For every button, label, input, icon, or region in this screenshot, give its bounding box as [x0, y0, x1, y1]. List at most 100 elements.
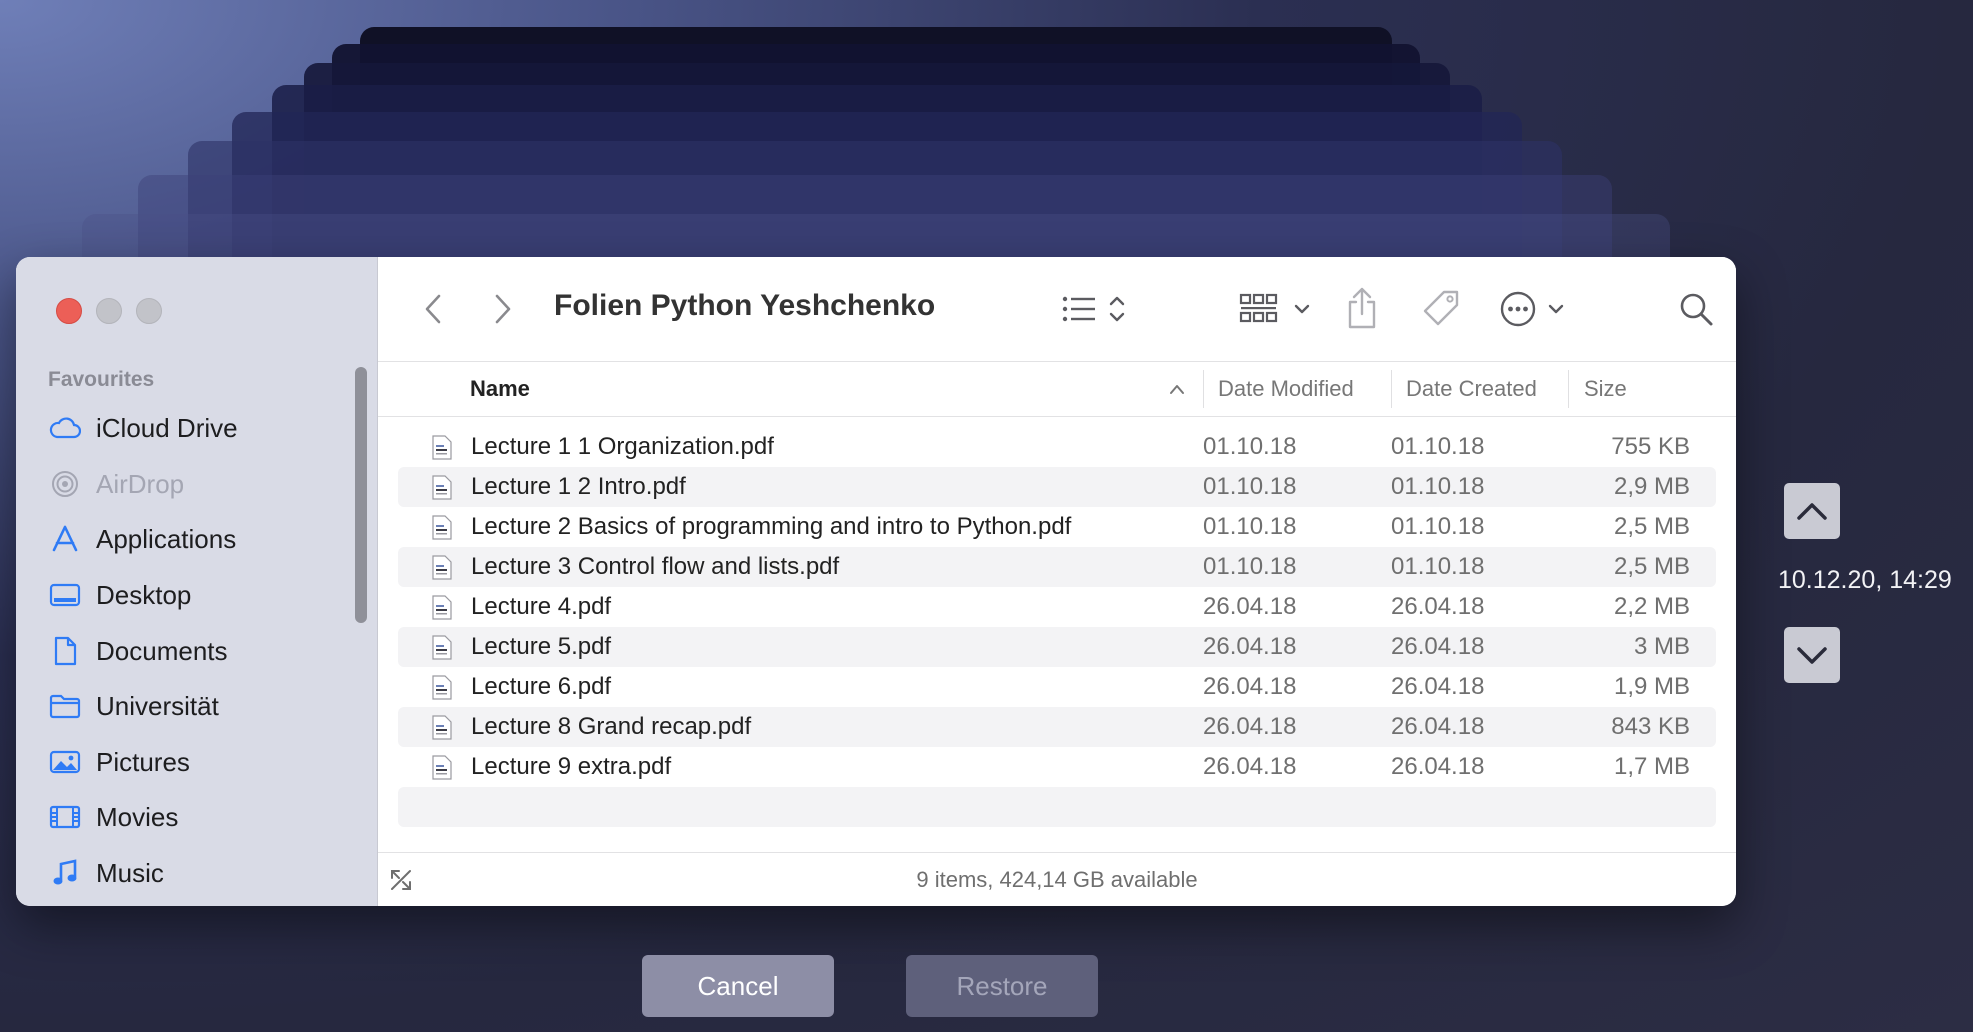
sidebar-item-icloud-drive[interactable]: iCloud Drive [48, 406, 238, 450]
forward-icon[interactable] [488, 291, 518, 327]
file-name: Lecture 4.pdf [471, 593, 612, 620]
file-date-created: 26.04.18 [1391, 593, 1485, 620]
folder-icon [48, 689, 82, 723]
minimize-window-button[interactable] [96, 298, 122, 324]
file-row[interactable]: Lecture 1 2 Intro.pdf 01.10.18 01.10.18 … [398, 467, 1716, 507]
status-text: 9 items, 424,14 GB available [916, 867, 1198, 892]
back-icon[interactable] [418, 291, 448, 327]
sidebar-scrollbar[interactable] [355, 367, 367, 623]
column-divider[interactable] [1568, 370, 1569, 408]
next-backup-button[interactable] [1784, 627, 1840, 683]
cancel-button[interactable]: Cancel [642, 955, 834, 1017]
close-window-button[interactable] [56, 298, 82, 324]
column-size[interactable]: Size [1584, 362, 1627, 416]
pdf-file-icon [432, 635, 452, 660]
sidebar-item-label: iCloud Drive [96, 412, 238, 443]
sidebar-item-label: Music [96, 857, 164, 888]
file-size: 2,2 MB [1613, 593, 1690, 620]
file-row[interactable]: Lecture 9 extra.pdf 26.04.18 26.04.18 1,… [398, 747, 1716, 787]
sidebar-item-desktop[interactable]: Desktop [48, 573, 191, 617]
file-name: Lecture 6.pdf [471, 673, 612, 700]
music-note-icon [48, 856, 82, 890]
pdf-file-icon [432, 475, 452, 500]
file-browser: Folien Python Yeshchenko Name Date Modif… [378, 257, 1736, 906]
applications-icon [48, 522, 82, 556]
file-size: 3 MB [1633, 633, 1690, 660]
file-list: Lecture 1 1 Organization.pdf 01.10.18 01… [398, 427, 1716, 827]
column-date-created[interactable]: Date Created [1406, 362, 1537, 416]
file-date-modified: 01.10.18 [1203, 553, 1297, 580]
pdf-file-icon [432, 435, 452, 460]
column-name[interactable]: Name [470, 362, 530, 416]
file-row[interactable]: Lecture 8 Grand recap.pdf 26.04.18 26.04… [398, 707, 1716, 747]
file-row[interactable]: Lecture 5.pdf 26.04.18 26.04.18 3 MB [398, 627, 1716, 667]
file-date-modified: 26.04.18 [1203, 633, 1297, 660]
file-name: Lecture 8 Grand recap.pdf [471, 713, 752, 740]
previous-backup-button[interactable] [1784, 483, 1840, 539]
cloud-icon [48, 411, 82, 445]
file-name: Lecture 5.pdf [471, 633, 612, 660]
pictures-icon [48, 745, 82, 779]
column-date-modified[interactable]: Date Modified [1218, 362, 1354, 416]
file-row[interactable]: Lecture 1 1 Organization.pdf 01.10.18 01… [398, 427, 1716, 467]
toolbar: Folien Python Yeshchenko [378, 257, 1736, 362]
file-date-modified: 01.10.18 [1203, 513, 1297, 540]
sidebar-item-music[interactable]: Music [48, 851, 164, 895]
file-date-modified: 26.04.18 [1203, 713, 1297, 740]
file-date-created: 26.04.18 [1391, 713, 1485, 740]
column-divider[interactable] [1203, 370, 1204, 408]
file-date-created: 01.10.18 [1391, 433, 1485, 460]
window-title: Folien Python Yeshchenko [554, 289, 936, 322]
sidebar-item-pictures[interactable]: Pictures [48, 740, 190, 784]
more-actions-icon[interactable] [1498, 289, 1568, 329]
group-by-icon[interactable] [1238, 289, 1314, 329]
file-row[interactable]: Lecture 3 Control flow and lists.pdf 01.… [398, 547, 1716, 587]
column-header: Name Date Modified Date Created Size [378, 362, 1736, 417]
sidebar-item-applications[interactable]: Applications [48, 517, 236, 561]
sidebar-item-airdrop[interactable]: AirDrop [48, 462, 184, 506]
share-icon[interactable] [1344, 285, 1380, 331]
file-size: 2,5 MB [1613, 553, 1690, 580]
file-size: 1,7 MB [1613, 753, 1690, 780]
sidebar-item-universitat[interactable]: Universität [48, 684, 219, 728]
file-name: Lecture 1 1 Organization.pdf [471, 433, 774, 460]
desktop-icon [48, 578, 82, 612]
file-date-created: 26.04.18 [1391, 633, 1485, 660]
restore-button[interactable]: Restore [906, 955, 1098, 1017]
zoom-window-button[interactable] [136, 298, 162, 324]
search-icon[interactable] [1676, 289, 1716, 329]
pdf-file-icon [432, 675, 452, 700]
sort-ascending-icon[interactable] [1168, 362, 1186, 416]
file-date-modified: 26.04.18 [1203, 673, 1297, 700]
sidebar-item-documents[interactable]: Documents [48, 629, 228, 673]
file-date-modified: 26.04.18 [1203, 593, 1297, 620]
pdf-file-icon [432, 595, 452, 620]
backup-timestamp: 10.12.20, 14:29 [1778, 566, 1952, 594]
file-row[interactable]: Lecture 4.pdf 26.04.18 26.04.18 2,2 MB [398, 587, 1716, 627]
file-row[interactable]: Lecture 6.pdf 26.04.18 26.04.18 1,9 MB [398, 667, 1716, 707]
file-size: 843 KB [1611, 713, 1690, 740]
pdf-file-icon [432, 515, 452, 540]
finder-window: Favourites iCloud Drive AirDrop Applicat… [16, 257, 1736, 906]
pdf-file-icon [432, 755, 452, 780]
file-size: 2,5 MB [1613, 513, 1690, 540]
file-name: Lecture 3 Control flow and lists.pdf [471, 553, 840, 580]
sidebar-item-movies[interactable]: Movies [48, 795, 178, 839]
file-date-created: 01.10.18 [1391, 473, 1485, 500]
file-size: 755 KB [1611, 433, 1690, 460]
sidebar: Favourites iCloud Drive AirDrop Applicat… [16, 257, 378, 906]
airdrop-icon [48, 467, 82, 501]
list-view-icon[interactable] [1061, 291, 1131, 327]
column-divider[interactable] [1391, 370, 1392, 408]
film-icon [48, 800, 82, 834]
file-name: Lecture 9 extra.pdf [471, 753, 672, 780]
file-row[interactable]: Lecture 2 Basics of programming and intr… [398, 507, 1716, 547]
sidebar-section-title: Favourites [48, 368, 155, 391]
file-date-created: 26.04.18 [1391, 753, 1485, 780]
file-size: 2,9 MB [1613, 473, 1690, 500]
pdf-file-icon [432, 715, 452, 740]
empty-row [398, 787, 1716, 827]
tag-icon[interactable] [1422, 287, 1462, 329]
file-date-created: 26.04.18 [1391, 673, 1485, 700]
sidebar-item-label: Movies [96, 801, 179, 832]
